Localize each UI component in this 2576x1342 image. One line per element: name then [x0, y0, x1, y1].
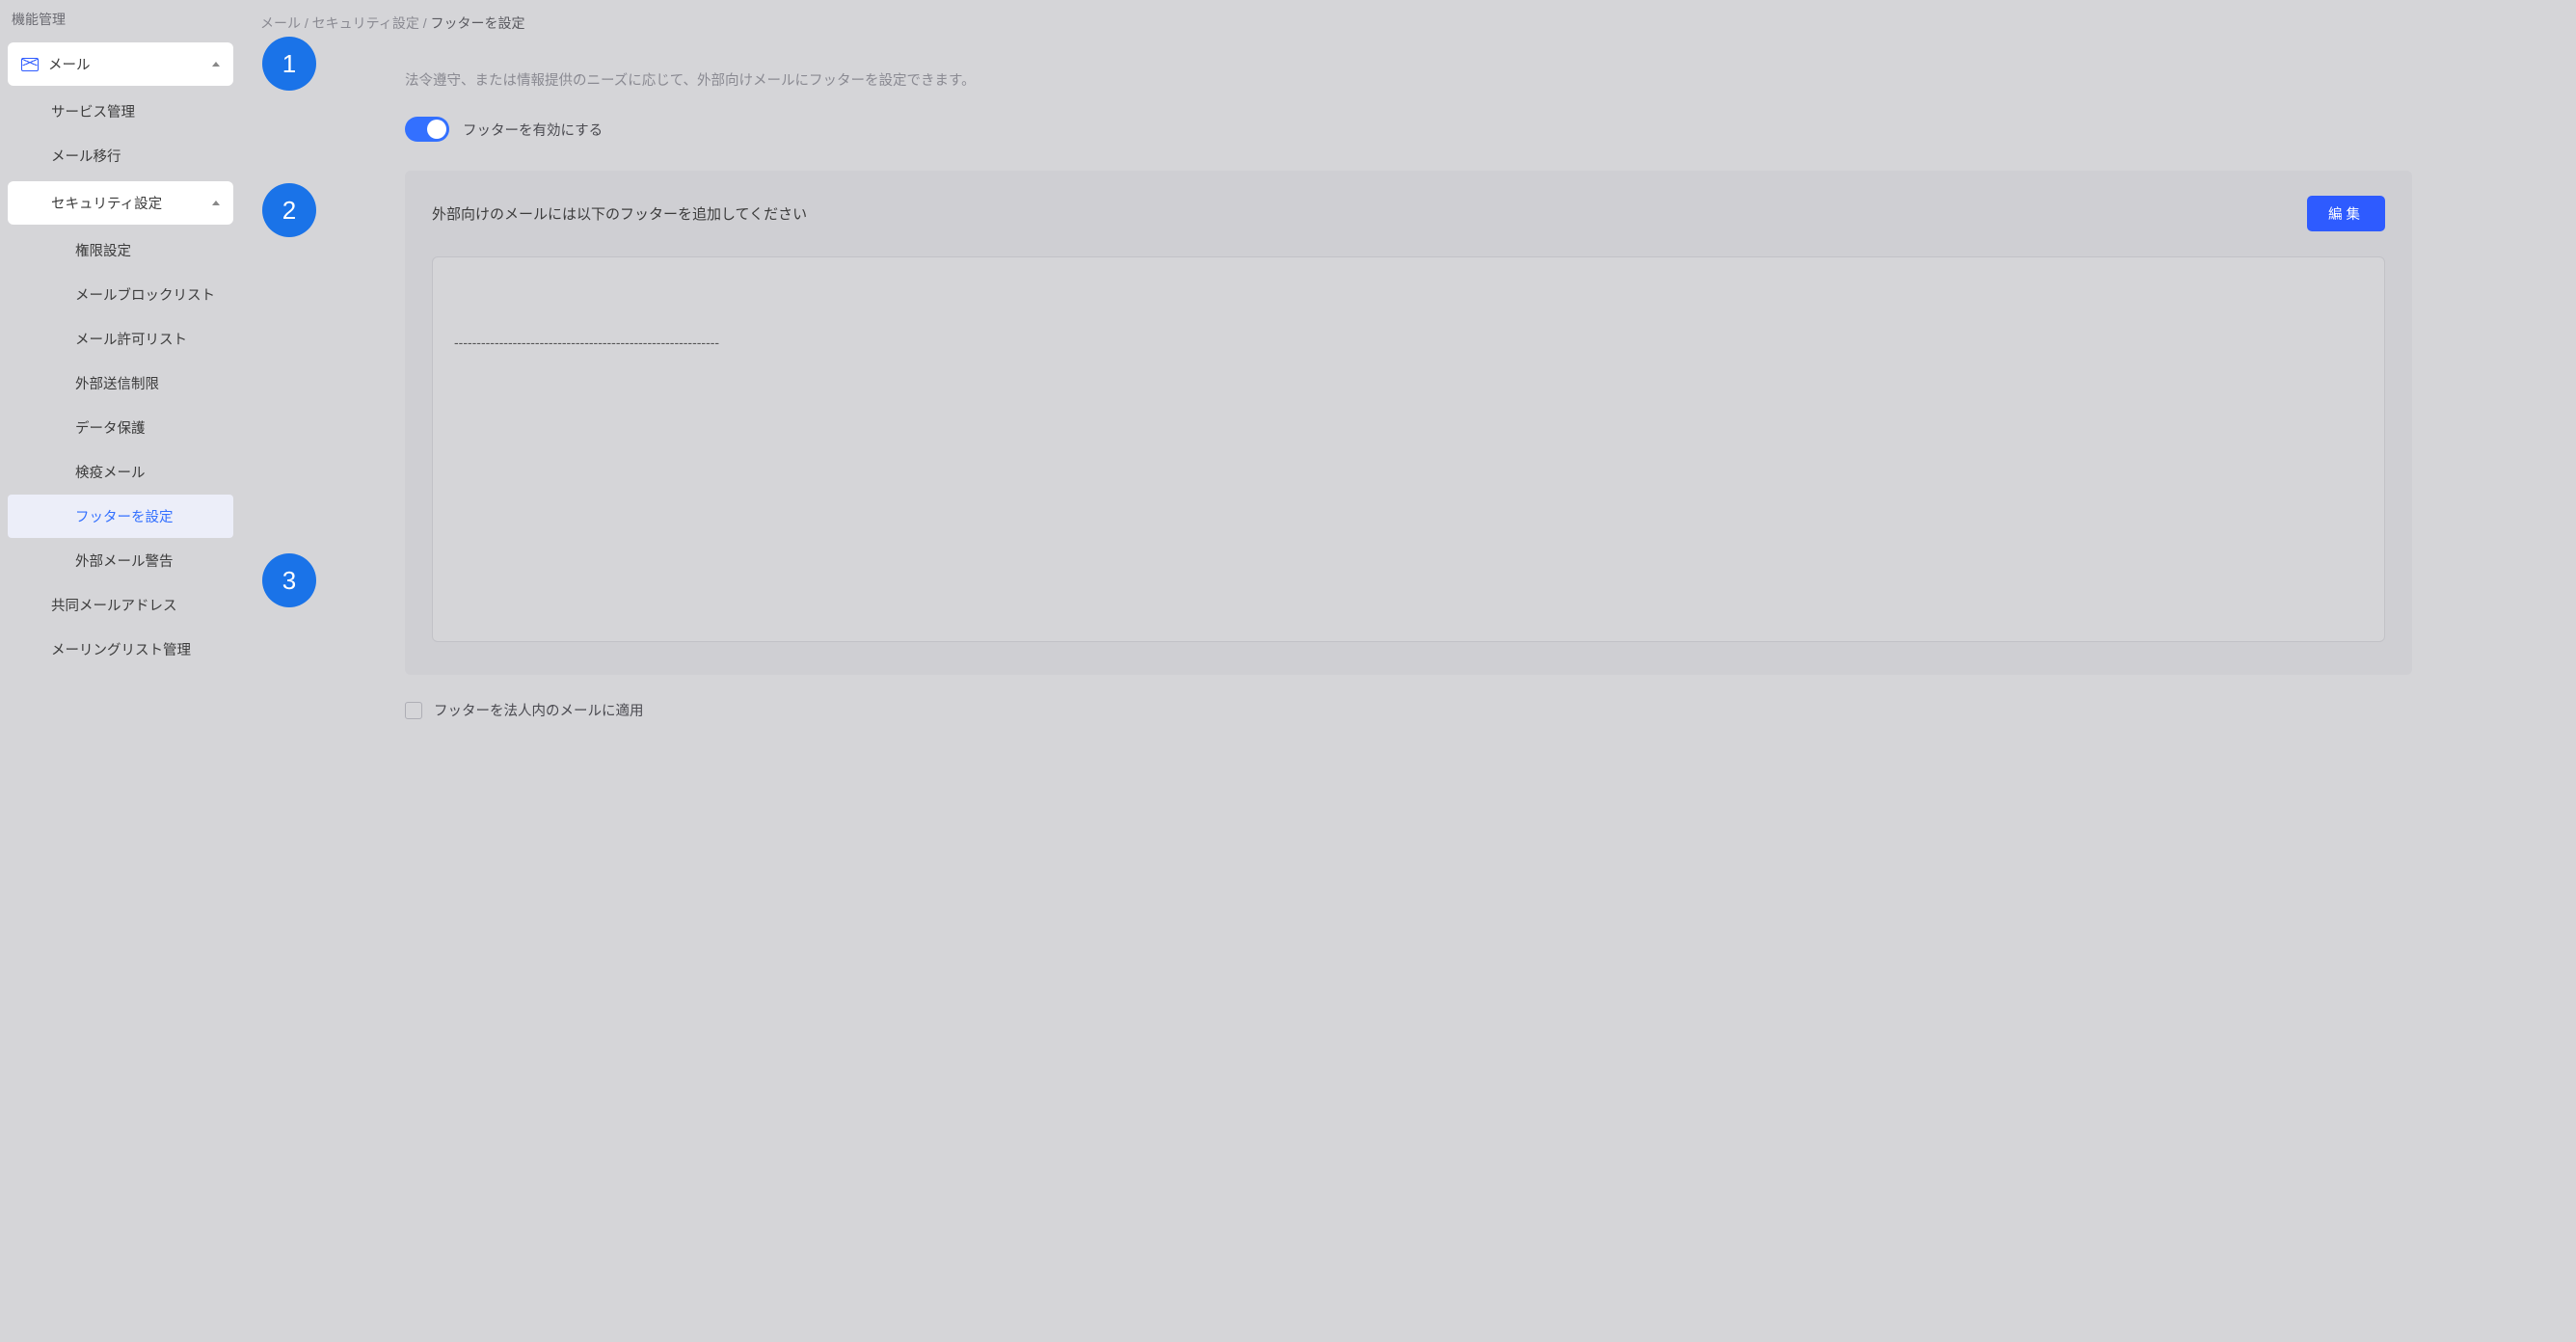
sidebar-item-permissions[interactable]: 権限設定 [8, 228, 233, 272]
sidebar-item-label: メール許可リスト [75, 329, 187, 349]
sidebar-header: 機能管理 [0, 6, 241, 39]
annotation-marker-3: 3 [262, 553, 316, 607]
main-content: 1 2 3 メール / セキュリティ設定 / フッターを設定 法令遵守、または情… [241, 0, 2576, 1342]
sidebar-item-label: 検疫メール [75, 462, 146, 482]
sidebar-item-label: 権限設定 [75, 240, 131, 260]
sidebar-item-label: セキュリティ設定 [51, 193, 162, 213]
sidebar-item-label: 共同メールアドレス [51, 595, 177, 615]
footer-content-text: ----------------------------------------… [454, 335, 719, 350]
toggle-knob [427, 120, 446, 139]
chevron-up-icon [212, 62, 220, 67]
sidebar-item-label: データ保護 [75, 417, 146, 438]
enable-footer-toggle[interactable] [405, 117, 449, 142]
footer-panel: 外部向けのメールには以下のフッターを追加してください 編集 ----------… [405, 171, 2412, 675]
mail-icon [21, 58, 39, 71]
breadcrumb-item[interactable]: セキュリティ設定 [312, 15, 419, 31]
sidebar: 機能管理 メール サービス管理 メール移行 セキュリティ設定 権限設定 メールブ… [0, 0, 241, 1342]
sidebar-item-blocklist[interactable]: メールブロックリスト [8, 273, 233, 316]
sidebar-item-allowlist[interactable]: メール許可リスト [8, 317, 233, 361]
apply-internal-checkbox[interactable] [405, 702, 422, 719]
breadcrumb: メール / セキュリティ設定 / フッターを設定 [241, 0, 2576, 46]
sidebar-item-label: 外部送信制限 [75, 373, 159, 393]
sidebar-item-shared-address[interactable]: 共同メールアドレス [8, 583, 233, 627]
breadcrumb-separator: / [305, 15, 312, 31]
annotation-marker-2: 2 [262, 183, 316, 237]
sidebar-item-footer-settings[interactable]: フッターを設定 [8, 495, 233, 538]
toggle-row: フッターを有効にする [405, 117, 2412, 142]
panel-header: 外部向けのメールには以下のフッターを追加してください 編集 [432, 196, 2385, 231]
sidebar-item-data-protection[interactable]: データ保護 [8, 406, 233, 449]
breadcrumb-item[interactable]: メール [260, 15, 301, 31]
sidebar-item-mail[interactable]: メール [8, 42, 233, 86]
sidebar-item-service-management[interactable]: サービス管理 [8, 90, 233, 133]
sidebar-item-label: メールブロックリスト [75, 284, 215, 305]
sidebar-item-security[interactable]: セキュリティ設定 [8, 181, 233, 225]
breadcrumb-separator: / [423, 15, 431, 31]
toggle-label: フッターを有効にする [463, 120, 603, 140]
sidebar-item-label: メール移行 [51, 146, 121, 166]
sidebar-item-external-restrict[interactable]: 外部送信制限 [8, 362, 233, 405]
sidebar-item-mail-migration[interactable]: メール移行 [8, 134, 233, 177]
checkbox-label: フッターを法人内のメールに適用 [434, 700, 644, 720]
edit-button[interactable]: 編集 [2307, 196, 2385, 231]
chevron-up-icon [212, 201, 220, 205]
breadcrumb-current: フッターを設定 [431, 15, 525, 31]
page-description: 法令遵守、または情報提供のニーズに応じて、外部向けメールにフッターを設定できます… [405, 69, 2412, 90]
annotation-marker-1: 1 [262, 37, 316, 91]
apply-internal-checkbox-row: フッターを法人内のメールに適用 [405, 700, 2412, 720]
sidebar-item-external-warning[interactable]: 外部メール警告 [8, 539, 233, 582]
sidebar-item-label: メーリングリスト管理 [51, 639, 191, 659]
sidebar-item-label: 外部メール警告 [75, 550, 174, 571]
footer-content-box: ----------------------------------------… [432, 256, 2385, 642]
panel-title: 外部向けのメールには以下のフッターを追加してください [432, 203, 807, 224]
sidebar-item-quarantine[interactable]: 検疫メール [8, 450, 233, 494]
sidebar-item-label: サービス管理 [51, 101, 135, 121]
sidebar-item-mailing-list[interactable]: メーリングリスト管理 [8, 628, 233, 671]
sidebar-item-label: メール [48, 54, 91, 74]
sidebar-item-label: フッターを設定 [75, 506, 174, 526]
